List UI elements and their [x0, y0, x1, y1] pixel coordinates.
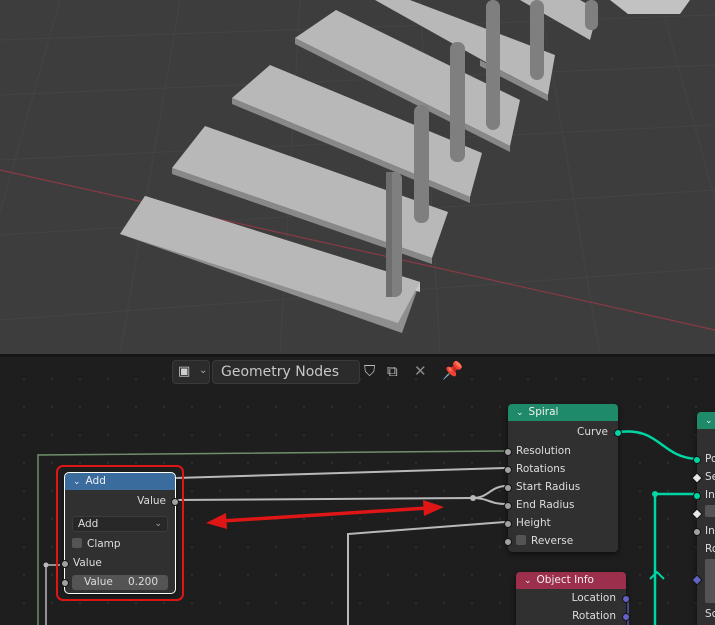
- pin-icon[interactable]: 📌: [442, 361, 463, 381]
- rotations-input-socket[interactable]: [504, 466, 512, 474]
- node-tree-name-field[interactable]: Geometry Nodes: [212, 360, 360, 384]
- collapse-chevron-icon[interactable]: ⌄: [705, 416, 713, 426]
- rotation-output-socket[interactable]: [622, 613, 630, 621]
- wire-add-to-rotations: [175, 467, 506, 479]
- collapse-chevron-icon[interactable]: ⌄: [524, 576, 532, 586]
- value-output-socket[interactable]: [171, 498, 179, 506]
- height-input-label: Height: [516, 517, 551, 529]
- cut-row-label: Ins: [705, 525, 715, 537]
- reverse-label: Reverse: [531, 535, 574, 547]
- collapse-chevron-icon[interactable]: ⌄: [516, 408, 524, 418]
- object-info-node[interactable]: ⌄ Object Info Location Rotation: [516, 572, 630, 625]
- annotation-double-arrow: [206, 500, 444, 529]
- operation-dropdown[interactable]: Add ⌄: [72, 516, 168, 532]
- cut-vector-field[interactable]: [705, 559, 715, 603]
- value-number-field[interactable]: Value 0.200: [72, 575, 168, 590]
- node-header[interactable]: ⌄ Object Info: [516, 572, 626, 589]
- cut-input-socket[interactable]: [693, 528, 701, 536]
- reverse-input-socket[interactable]: [504, 538, 512, 546]
- add-math-node[interactable]: ⌄ Add Value Add ⌄ Clamp Value Value 0.200: [61, 472, 179, 594]
- 3d-viewport[interactable]: [0, 0, 715, 354]
- wire-reroute-end-radius: [472, 497, 506, 505]
- wire-reroute-start-radius: [472, 485, 506, 499]
- value-input-label: Value: [73, 557, 102, 569]
- chevron-down-icon: ⌄: [199, 365, 208, 376]
- cut-input-socket[interactable]: [693, 456, 701, 464]
- wire-curve-output: [618, 430, 698, 461]
- wire-height: [347, 521, 506, 625]
- cut-input-socket[interactable]: [693, 492, 701, 500]
- duplicate-icon[interactable]: ⧉: [387, 362, 398, 380]
- clamp-checkbox-row[interactable]: Clamp: [72, 536, 121, 552]
- value-field-value: 0.200: [127, 576, 158, 588]
- curve-output-label: Curve: [577, 426, 608, 438]
- location-output-label: Location: [571, 592, 616, 604]
- node-header[interactable]: ⌄ Add: [65, 473, 175, 490]
- value-input-socket-2[interactable]: [61, 579, 69, 587]
- node-title: Object Info: [536, 574, 594, 586]
- operation-value: Add: [78, 518, 99, 530]
- rotation-output-label: Rotation: [572, 610, 616, 622]
- cut-off-geometry-node[interactable]: ⌄ Po Se Ins Ins Ro Sc: [691, 412, 715, 625]
- output-label: Value: [137, 495, 166, 507]
- spiral-stair-steps: [120, 0, 690, 333]
- reroute-node: [470, 495, 476, 501]
- clamp-checkbox[interactable]: [72, 538, 82, 548]
- value-field-label: Value: [84, 576, 113, 588]
- value-input-socket[interactable]: [61, 560, 69, 568]
- cut-row-label: Se: [705, 471, 715, 483]
- editor-type-button[interactable]: ▣ ⌄: [172, 360, 210, 384]
- cut-row-label: Ins: [705, 489, 715, 501]
- start-radius-input-label: Start Radius: [516, 481, 581, 493]
- wire-direction-arrow: [649, 570, 665, 580]
- reverse-checkbox[interactable]: [516, 535, 526, 545]
- collapse-chevron-icon[interactable]: ⌄: [73, 477, 81, 487]
- resolution-input-socket[interactable]: [504, 448, 512, 456]
- curve-output-socket[interactable]: [614, 429, 622, 437]
- spiral-node[interactable]: ⌄ Spiral Curve Resolution Rotations Start…: [504, 404, 622, 552]
- node-header[interactable]: ⌄: [697, 412, 715, 429]
- reverse-checkbox-row[interactable]: Reverse: [516, 533, 573, 549]
- cut-row-label: Po: [705, 453, 715, 465]
- node-editor-header: ▣ ⌄ Geometry Nodes ⛉ ⧉ ✕ 📌: [172, 360, 472, 386]
- node-editor[interactable]: ▣ ⌄ Geometry Nodes ⛉ ⧉ ✕ 📌 ⌄ Add Value Ad…: [0, 357, 715, 625]
- editor-type-icon: ▣: [178, 364, 191, 379]
- node-header[interactable]: ⌄ Spiral: [508, 404, 618, 421]
- cut-row-label: Ro: [705, 543, 715, 555]
- node-title: Add: [85, 475, 106, 487]
- end-radius-input-label: End Radius: [516, 499, 575, 511]
- cut-field[interactable]: [705, 505, 715, 517]
- height-input-socket[interactable]: [504, 520, 512, 528]
- close-icon[interactable]: ✕: [414, 362, 427, 380]
- node-title: Spiral: [528, 406, 559, 418]
- start-radius-input-socket[interactable]: [504, 484, 512, 492]
- chevron-down-icon: ⌄: [154, 519, 162, 529]
- rotations-input-label: Rotations: [516, 463, 566, 475]
- resolution-input-label: Resolution: [516, 445, 571, 457]
- cut-row-label: Sc: [705, 608, 715, 620]
- fake-user-shield-icon[interactable]: ⛉: [364, 362, 375, 380]
- wire-add-to-reroute: [175, 497, 474, 501]
- location-output-socket[interactable]: [622, 595, 630, 603]
- end-radius-input-socket[interactable]: [504, 502, 512, 510]
- clamp-label: Clamp: [87, 538, 121, 550]
- viewport-scene: [0, 0, 715, 354]
